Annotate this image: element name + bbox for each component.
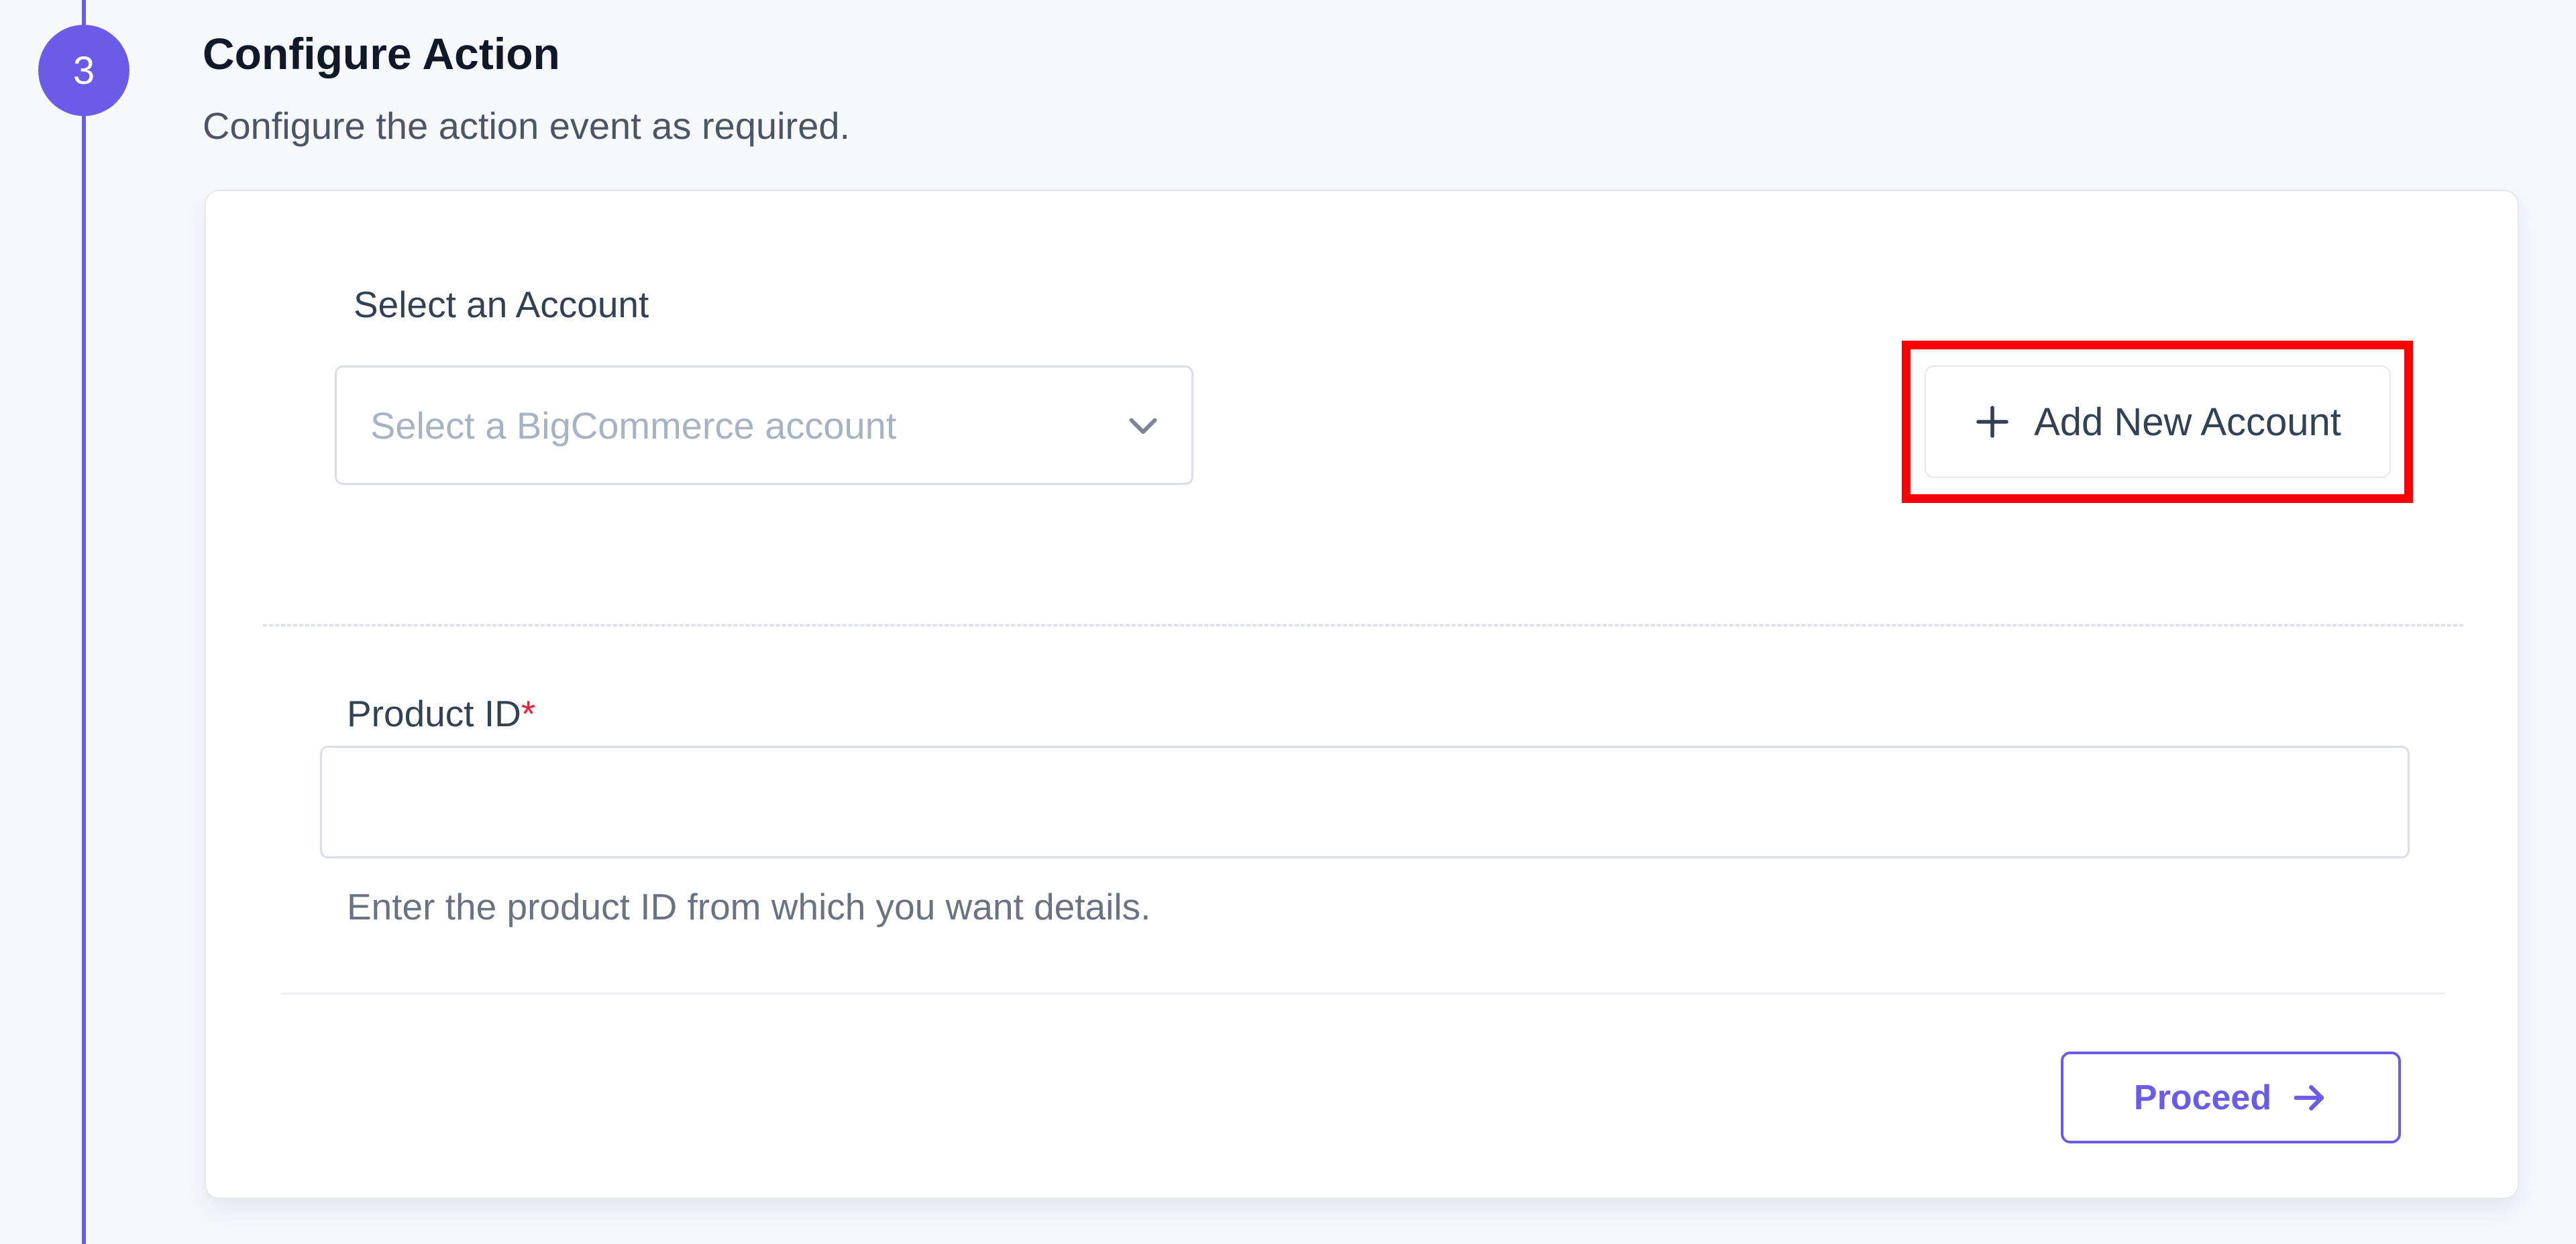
account-label: Select an Account bbox=[354, 284, 649, 325]
account-select-placeholder: Select a BigCommerce account bbox=[370, 404, 897, 447]
add-new-account-button[interactable]: Add New Account bbox=[1924, 365, 2391, 478]
plus-icon bbox=[1976, 406, 2008, 438]
add-account-highlight: Add New Account bbox=[1902, 341, 2413, 503]
footer-divider bbox=[281, 993, 2445, 995]
proceed-label: Proceed bbox=[2133, 1078, 2272, 1117]
required-marker: * bbox=[521, 693, 536, 734]
product-id-label: Product ID* bbox=[347, 692, 535, 735]
product-id-input[interactable] bbox=[320, 746, 2410, 858]
step-number-badge: 3 bbox=[38, 25, 129, 116]
section-divider bbox=[263, 624, 2463, 626]
product-id-help-text: Enter the product ID from which you want… bbox=[347, 886, 1151, 927]
step-connector-line bbox=[82, 0, 86, 1244]
add-new-account-label: Add New Account bbox=[2034, 400, 2341, 444]
account-select[interactable]: Select a BigCommerce account bbox=[335, 365, 1193, 485]
proceed-button[interactable]: Proceed bbox=[2061, 1052, 2401, 1143]
product-id-label-text: Product ID bbox=[347, 693, 521, 734]
arrow-right-icon bbox=[2294, 1084, 2324, 1111]
chevron-down-icon bbox=[1129, 418, 1157, 434]
step-number: 3 bbox=[72, 48, 95, 93]
configure-action-card: Select an Account Select a BigCommerce a… bbox=[205, 190, 2519, 1199]
section-title: Configure Action bbox=[203, 29, 560, 78]
section-subtitle: Configure the action event as required. bbox=[203, 105, 851, 147]
